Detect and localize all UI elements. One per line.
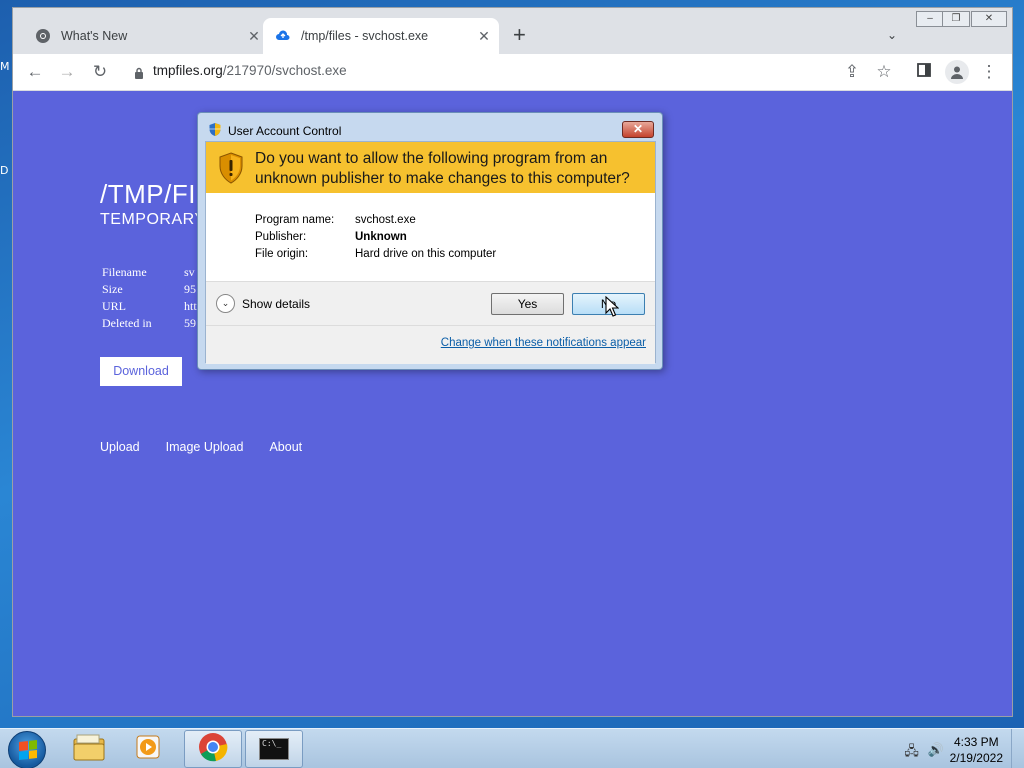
- detail-value: Unknown: [355, 231, 407, 243]
- desktop-icon-label-fragment: M: [0, 60, 10, 73]
- tab-tmpfiles[interactable]: /tmp/files - svchost.exe ✕: [263, 18, 499, 54]
- system-tray: 🖧 🔊: [904, 742, 944, 764]
- detail-key: Publisher:: [255, 231, 307, 243]
- uac-question: Do you want to allow the following progr…: [255, 149, 630, 189]
- uac-program-details: Program name: svchost.exe Publisher: Unkno…: [255, 214, 496, 265]
- chrome-icon: [35, 28, 51, 44]
- windows-logo-icon: [19, 740, 37, 760]
- tab-strip: What's New ✕ /tmp/files - svchost.exe ✕ …: [13, 8, 1012, 54]
- url-path: /217970/svchost.exe: [222, 63, 347, 78]
- taskbar-media-player[interactable]: [120, 730, 178, 768]
- start-button[interactable]: [8, 731, 46, 768]
- clock-date: 2/19/2022: [949, 751, 1003, 765]
- info-row: Deleted in 59: [102, 316, 197, 333]
- share-icon[interactable]: ⇪: [842, 62, 862, 82]
- info-value: 95: [184, 282, 196, 296]
- uac-question-line: unknown publisher to make changes to thi…: [255, 170, 630, 187]
- menu-kebab-icon[interactable]: ⋮: [979, 62, 999, 82]
- taskbar-command-prompt[interactable]: C:\_: [245, 730, 303, 768]
- info-value[interactable]: htt: [184, 299, 197, 316]
- command-prompt-icon: C:\_: [259, 738, 289, 760]
- info-row: Filename sv: [102, 265, 197, 282]
- uac-shield-icon: [208, 122, 222, 140]
- site-subtitle: TEMPORARY: [100, 211, 206, 228]
- show-desktop-button[interactable]: [1011, 729, 1024, 768]
- detail-value: svchost.exe: [355, 214, 416, 226]
- tab-title: What's New: [61, 29, 128, 43]
- taskbar-chrome[interactable]: [184, 730, 242, 768]
- address-bar[interactable]: tmpfiles.org/217970/svchost.exe: [153, 63, 347, 78]
- download-button[interactable]: Download: [100, 357, 182, 386]
- detail-value: Hard drive on this computer: [355, 248, 497, 260]
- file-info-table: Filename sv Size 95 URL htt Deleted in 59: [102, 265, 197, 333]
- network-icon[interactable]: 🖧: [904, 742, 919, 764]
- profile-avatar-icon[interactable]: [945, 60, 969, 84]
- media-player-icon: [135, 733, 163, 766]
- info-key: Filename: [102, 265, 147, 279]
- file-explorer-icon: [73, 733, 105, 766]
- detail-row: Publisher: Unknown: [255, 231, 496, 248]
- taskbar-file-explorer[interactable]: [60, 730, 118, 768]
- uac-dialog: User Account Control ✕ Do you want to al…: [197, 112, 663, 370]
- footer-links: Upload Image Upload About: [100, 440, 302, 454]
- bookmark-star-icon[interactable]: ☆: [874, 62, 894, 82]
- tab-close-icon[interactable]: ✕: [475, 28, 493, 45]
- show-details-label: Show details: [242, 296, 311, 311]
- toolbar: ← → ↻ tmpfiles.org/217970/svchost.exe ⇪ …: [13, 54, 1012, 91]
- uac-footer: ⌄ Show details Yes No Change when these …: [206, 281, 655, 364]
- tab-whats-new[interactable]: What's New ✕: [23, 18, 269, 54]
- upload-link[interactable]: Upload: [100, 440, 140, 454]
- tab-search-chevron-icon[interactable]: ⌄: [887, 28, 897, 42]
- back-icon[interactable]: ←: [25, 62, 45, 82]
- uac-title: User Account Control: [228, 124, 342, 138]
- lock-icon[interactable]: [134, 66, 144, 84]
- warning-shield-icon: [218, 152, 244, 189]
- show-details-toggle[interactable]: ⌄ Show details: [216, 294, 310, 313]
- uac-question-line: Do you want to allow the following progr…: [255, 150, 608, 167]
- detail-key: File origin:: [255, 248, 309, 260]
- info-row: Size 95: [102, 282, 197, 299]
- detail-row: Program name: svchost.exe: [255, 214, 496, 231]
- cloud-upload-icon: [275, 28, 291, 44]
- info-row: URL htt: [102, 299, 197, 316]
- tab-title: /tmp/files - svchost.exe: [301, 29, 429, 43]
- uac-titlebar[interactable]: User Account Control: [208, 122, 341, 140]
- side-panel-icon[interactable]: [914, 62, 934, 82]
- desktop-icon-label-fragment: D: [0, 164, 9, 177]
- uac-body: Do you want to allow the following progr…: [205, 141, 656, 364]
- forward-icon[interactable]: →: [57, 62, 77, 82]
- info-key: URL: [102, 299, 126, 313]
- uac-close-button[interactable]: ✕: [622, 121, 654, 138]
- info-key: Deleted in: [102, 316, 152, 330]
- info-value: 59: [184, 316, 196, 330]
- about-link[interactable]: About: [269, 440, 302, 454]
- clock[interactable]: 4:33 PM 2/19/2022: [950, 734, 1003, 766]
- footer-divider: [206, 325, 655, 326]
- image-upload-link[interactable]: Image Upload: [166, 440, 244, 454]
- detail-row: File origin: Hard drive on this computer: [255, 248, 496, 265]
- info-value: sv: [184, 265, 195, 279]
- uac-warning-banner: Do you want to allow the following progr…: [206, 142, 655, 193]
- taskbar: C:\_ 🖧 🔊 4:33 PM 2/19/2022: [0, 728, 1024, 768]
- tab-close-icon[interactable]: ✕: [245, 28, 263, 45]
- volume-icon[interactable]: 🔊: [928, 742, 944, 764]
- minimize-button[interactable]: –: [916, 11, 944, 27]
- yes-button[interactable]: Yes: [491, 293, 564, 315]
- site-title: /TMP/FI: [100, 179, 196, 209]
- detail-key: Program name:: [255, 214, 335, 226]
- change-notifications-link[interactable]: Change when these notifications appear: [441, 337, 646, 349]
- chevron-down-icon: ⌄: [216, 294, 235, 313]
- close-window-button[interactable]: ✕: [971, 11, 1007, 27]
- info-key: Size: [102, 282, 123, 296]
- mouse-cursor-icon: [605, 295, 620, 322]
- new-tab-button[interactable]: +: [513, 24, 526, 46]
- reload-icon[interactable]: ↻: [90, 62, 110, 82]
- url-host: tmpfiles.org: [153, 63, 223, 78]
- chrome-icon: [198, 732, 228, 767]
- clock-time: 4:33 PM: [953, 735, 999, 749]
- maximize-button[interactable]: ❐: [942, 11, 970, 27]
